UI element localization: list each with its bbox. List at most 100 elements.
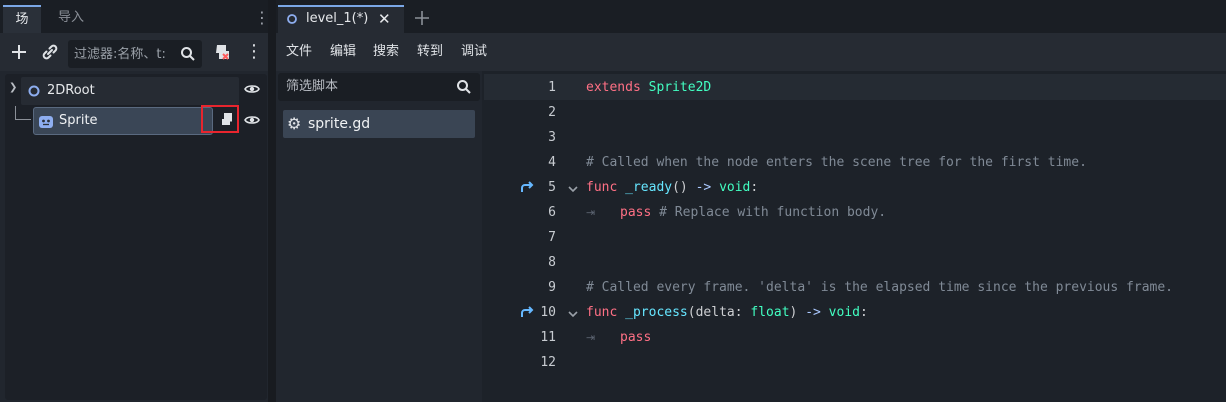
fold-arrow-icon[interactable]	[568, 308, 578, 323]
add-scene-tab-button[interactable]	[412, 5, 432, 31]
tree-line	[15, 119, 31, 120]
code-token: float	[750, 305, 790, 320]
code-line[interactable]: 9 # Called every frame. 'delta' is the el…	[484, 275, 1226, 300]
node2d-circle-icon	[28, 85, 40, 97]
code-token: _process	[625, 305, 688, 320]
script-filter-box: 筛选脚本	[278, 73, 480, 101]
menu-debug[interactable]: 调试	[461, 33, 487, 71]
plus-icon	[12, 45, 26, 59]
code-token: func	[586, 305, 618, 320]
search-icon	[457, 80, 471, 94]
script-list-item[interactable]: ⚙ sprite.gd	[283, 110, 475, 138]
tab-level-1[interactable]: level_1(*) ✕	[278, 5, 404, 33]
tree-item-label: 2DRoot	[47, 83, 95, 98]
open-script-button[interactable]	[219, 111, 235, 131]
dock-splitter[interactable]	[268, 0, 276, 402]
tab-label: level_1(*)	[306, 11, 369, 26]
line-number: 4	[548, 155, 556, 170]
scene-more-button[interactable]: ⋮	[242, 40, 266, 64]
line-number: 10	[540, 305, 556, 320]
code-line[interactable]: 7	[484, 225, 1226, 250]
code-token: void	[828, 305, 860, 320]
fold-arrow-icon[interactable]	[568, 183, 578, 198]
code-line[interactable]: 4 # Called when the node enters the scene…	[484, 150, 1226, 175]
visibility-eye-icon[interactable]	[244, 83, 260, 99]
line-number: 9	[548, 280, 556, 295]
visibility-eye-icon[interactable]	[244, 114, 260, 130]
menu-search[interactable]: 搜索	[373, 33, 399, 71]
indent-marker-icon: ⇥	[586, 331, 596, 344]
code-token: _ready	[625, 180, 673, 195]
code-token: :	[750, 180, 759, 195]
sprite-icon	[39, 116, 53, 128]
code-token: extends	[586, 80, 641, 95]
tree-item-sprite[interactable]: Sprite	[33, 107, 213, 135]
code-token: Sprite2D	[648, 80, 712, 95]
code-lines: 1 extends Sprite2D 2 3 4 # Called when the no…	[484, 75, 1226, 402]
line-number: 8	[548, 255, 556, 270]
code-line[interactable]: 6 ⇥ pass # Replace with function body.	[484, 200, 1226, 225]
tab-scene[interactable]: 场景	[3, 5, 41, 53]
line-number: 1	[548, 80, 556, 95]
line-number: 7	[548, 230, 556, 245]
close-tab-icon[interactable]: ✕	[378, 7, 391, 31]
menu-goto[interactable]: 转到	[417, 33, 443, 71]
code-token: # Called when the node enters the scene …	[586, 155, 1087, 170]
node-filter-input[interactable]	[74, 40, 178, 68]
tree-line	[15, 106, 16, 120]
code-token: (delta:	[687, 305, 751, 320]
line-number: 3	[548, 130, 556, 145]
menu-file[interactable]: 文件	[286, 33, 312, 71]
code-text: func _ready() -> void:	[586, 175, 758, 200]
code-text: pass	[620, 325, 651, 350]
menu-edit[interactable]: 编辑	[330, 33, 356, 71]
code-line[interactable]: 1 extends Sprite2D	[484, 75, 1226, 100]
code-line[interactable]: 5 func _ready() -> void:	[484, 175, 1226, 200]
code-token: )	[789, 305, 806, 320]
script-remove-icon	[216, 45, 229, 60]
code-token: ()	[672, 180, 696, 195]
instance-scene-button[interactable]	[38, 40, 62, 64]
script-icon	[222, 113, 232, 125]
code-text: pass # Replace with function body.	[620, 200, 886, 225]
script-filter-placeholder[interactable]: 筛选脚本	[286, 73, 338, 101]
tree-item-2droot[interactable]: 2DRoot	[21, 77, 239, 105]
detach-script-button[interactable]	[210, 41, 234, 65]
code-token: func	[586, 180, 618, 195]
code-token: ->	[805, 305, 821, 320]
tree-item-label: Sprite	[59, 113, 98, 128]
line-number: 11	[540, 330, 556, 345]
tab-import[interactable]: 导入	[50, 5, 92, 33]
code-line[interactable]: 12	[484, 350, 1226, 375]
code-token: # Replace with function body.	[651, 205, 887, 220]
line-number: 12	[540, 355, 556, 370]
search-icon	[181, 47, 195, 61]
line-number: 6	[548, 205, 556, 220]
code-text: # Called when the node enters the scene …	[586, 150, 1087, 175]
node-filter-box	[68, 40, 202, 68]
code-line[interactable]: 11 ⇥ pass	[484, 325, 1226, 350]
code-line[interactable]: 10 func _process(delta: float) -> void:	[484, 300, 1226, 325]
code-token: pass	[620, 330, 652, 345]
indent-marker-icon: ⇥	[586, 206, 596, 219]
gear-icon: ⚙	[287, 114, 302, 133]
add-node-button[interactable]	[7, 40, 31, 64]
code-token: # Called every frame. 'delta' is the ela…	[586, 280, 1173, 295]
scene-tree: ❯ 2DRoot Sprite	[5, 74, 267, 400]
code-token: ->	[695, 180, 712, 195]
code-line[interactable]: 3	[484, 125, 1226, 150]
code-line[interactable]: 8	[484, 250, 1226, 275]
code-text: # Called every frame. 'delta' is the ela…	[586, 275, 1173, 300]
node2d-circle-icon	[287, 14, 297, 24]
code-token: void	[719, 180, 751, 195]
line-number: 5	[548, 180, 556, 195]
code-text: func _process(delta: float) -> void:	[586, 300, 868, 325]
script-list-label: sprite.gd	[308, 116, 371, 132]
code-line[interactable]: 2	[484, 100, 1226, 125]
plus-icon	[415, 11, 429, 25]
